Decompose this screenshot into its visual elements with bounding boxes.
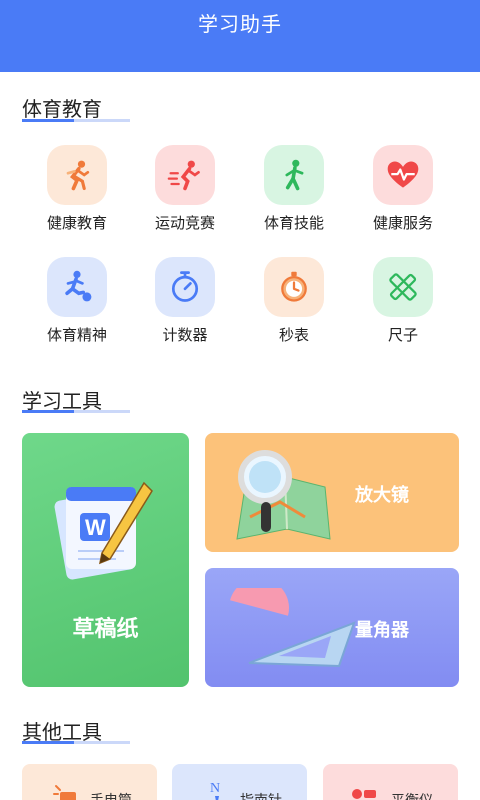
sprint-icon — [155, 145, 215, 205]
grid-item-counter[interactable]: 计数器 — [130, 257, 240, 357]
magnifier-map-icon — [236, 450, 331, 540]
running-icon — [47, 145, 107, 205]
grid-label: 尺子 — [387, 326, 418, 344]
svg-text:W: W — [85, 515, 106, 540]
level-icon — [352, 789, 376, 799]
magnifier-card[interactable]: 放大镜 — [205, 433, 459, 552]
section-title-sports: 体育教育 — [22, 97, 102, 121]
compass-card[interactable]: N 指南针 — [172, 764, 307, 800]
section-underline — [22, 410, 130, 413]
grid-label: 秒表 — [278, 326, 309, 344]
protractor-triangle-icon — [230, 588, 356, 668]
section-underline — [22, 119, 130, 122]
grid-label: 体育精神 — [46, 326, 107, 344]
draft-paper-label: 草稿纸 — [72, 617, 139, 642]
protractor-label: 量角器 — [355, 620, 409, 641]
grid-label: 健康服务 — [372, 214, 433, 232]
level-label: 平衡仪 — [391, 790, 433, 800]
notepad-pencil-icon: W — [54, 481, 153, 580]
compass-label: 指南针 — [240, 790, 282, 800]
grid-label: 健康教育 — [46, 214, 107, 232]
stopwatch-icon — [264, 257, 324, 317]
flashlight-icon — [53, 785, 76, 800]
level-card[interactable]: 平衡仪 — [323, 764, 458, 800]
grid-item-sports-spirit[interactable]: 体育精神 — [22, 257, 132, 357]
grid-item-health-service[interactable]: 健康服务 — [348, 145, 458, 245]
heart-pulse-icon — [373, 145, 433, 205]
grid-label: 体育技能 — [263, 214, 324, 232]
exercise-icon — [264, 145, 324, 205]
grid-label: 计数器 — [162, 326, 208, 344]
grid-item-health-education[interactable]: 健康教育 — [22, 145, 132, 245]
flashlight-card[interactable]: 手电筒 — [22, 764, 157, 800]
page-title: 学习助手 — [198, 12, 282, 36]
svg-text:N: N — [210, 781, 220, 796]
magnifier-label: 放大镜 — [355, 485, 409, 506]
flashlight-label: 手电筒 — [90, 790, 132, 800]
soccer-icon — [47, 257, 107, 317]
app-header: 学习助手 — [0, 0, 480, 72]
grid-item-sports-competition[interactable]: 运动竞赛 — [130, 145, 240, 245]
protractor-card[interactable]: 量角器 — [205, 568, 459, 687]
draft-paper-card[interactable]: W 草稿纸 — [22, 433, 189, 687]
grid-item-stopwatch[interactable]: 秒表 — [239, 257, 349, 357]
timer-icon — [155, 257, 215, 317]
compass-icon: N — [210, 781, 220, 800]
section-underline — [22, 741, 130, 744]
ruler-pencil-icon — [373, 257, 433, 317]
grid-item-ruler[interactable]: 尺子 — [348, 257, 458, 357]
grid-item-sports-skills[interactable]: 体育技能 — [239, 145, 349, 245]
grid-label: 运动竞赛 — [154, 214, 215, 232]
